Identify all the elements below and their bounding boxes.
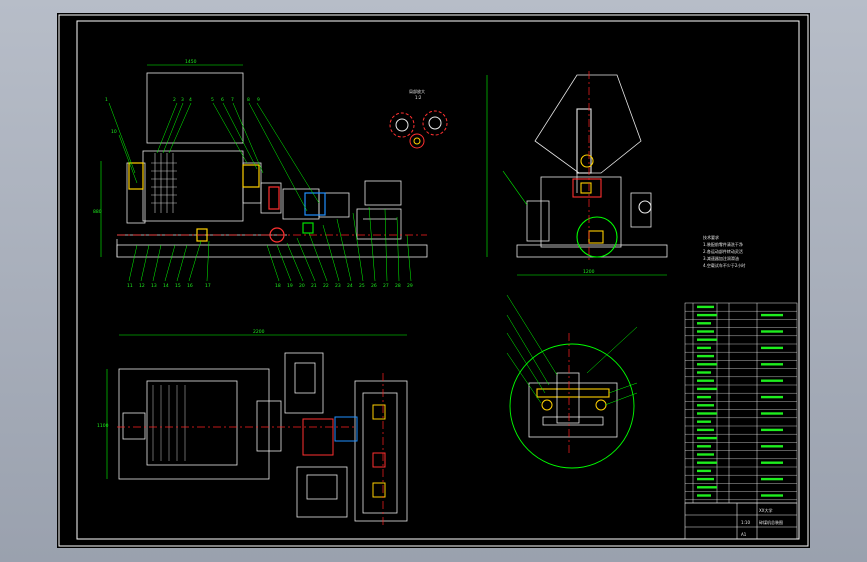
- roll-detail: [389, 110, 448, 149]
- parts-list: [684, 302, 798, 504]
- part-no-11: 11: [127, 283, 133, 289]
- parts-row-material: [761, 313, 783, 317]
- part-no-9: 9: [257, 97, 260, 103]
- front-leaders-bottom: [128, 206, 412, 282]
- parts-row-material: [761, 412, 783, 415]
- dim-front-height: 880: [93, 209, 102, 215]
- parts-row-entry: [697, 395, 711, 399]
- part-no-20: 20: [299, 283, 305, 289]
- dim-plan-width: 2200: [253, 329, 265, 335]
- part-no-26: 26: [371, 283, 377, 289]
- part-no-28: 28: [395, 283, 401, 289]
- parts-row-material: [761, 363, 783, 366]
- dim-front-width: 1450: [185, 59, 197, 65]
- parts-row-entry: [697, 322, 711, 325]
- parts-row-entry: [697, 486, 717, 489]
- section-detail: [509, 343, 635, 469]
- parts-row-entry: [697, 371, 711, 374]
- parts-row-material: [761, 346, 783, 350]
- detail-title: 局部放大: [409, 88, 425, 94]
- technical-notes: 技术要求 1.装配前零件清洗干净 2.各运动部件转动灵活 3.减速器加注润滑油 …: [703, 234, 745, 268]
- front-leaders-top: [108, 102, 320, 212]
- part-no-25: 25: [359, 283, 365, 289]
- part-no-29: 29: [407, 283, 413, 289]
- part-no-15: 15: [175, 283, 181, 289]
- detail-scale: 1:2: [415, 95, 422, 100]
- part-no-24: 24: [347, 283, 353, 289]
- part-no-18: 18: [275, 283, 281, 289]
- parts-row-material: [761, 494, 783, 497]
- side-view-parts: [572, 108, 652, 258]
- parts-row-entry: [697, 354, 714, 358]
- parts-row-entry: [697, 363, 717, 366]
- parts-row-material: [761, 477, 783, 481]
- plan-view: [118, 352, 408, 522]
- part-no-10: 10: [111, 129, 117, 135]
- parts-row-entry: [697, 420, 711, 423]
- part-no-27: 27: [383, 283, 389, 289]
- assembly-drawing: 1450 880 1 2 3 4 5 6 7 8 9 10 11 12 13 1…: [58, 14, 809, 547]
- part-no-5: 5: [211, 97, 214, 103]
- part-no-23: 23: [335, 283, 341, 289]
- part-no-7: 7: [231, 97, 234, 103]
- notes-title: 技术要求: [703, 234, 719, 240]
- part-no-21: 21: [311, 283, 317, 289]
- drawing-sheet: 1450 880 1 2 3 4 5 6 7 8 9 10 11 12 13 1…: [57, 13, 810, 548]
- side-view: [516, 74, 668, 258]
- parts-row-entry: [697, 461, 717, 464]
- note-3: 3.减速器加注润滑油: [703, 255, 739, 261]
- front-part-numbers-bottom: 11 12 13 14 15 16 17 18 19 20 21 22 23 2…: [127, 283, 413, 289]
- parts-row-entry: [697, 313, 717, 317]
- part-no-2: 2: [173, 97, 176, 103]
- part-no-8: 8: [247, 97, 250, 103]
- parts-row-material: [761, 428, 783, 432]
- parts-row-material: [761, 445, 783, 448]
- note-2: 2.各运动部件转动灵活: [703, 248, 743, 254]
- inner-border: [76, 20, 800, 540]
- parts-row-entry: [697, 436, 717, 440]
- parts-row-entry: [697, 404, 714, 407]
- parts-row-material: [761, 395, 783, 399]
- parts-row-entry: [697, 477, 714, 481]
- parts-row-entry: [697, 453, 714, 456]
- parts-row-entry: [697, 330, 714, 333]
- part-no-14: 14: [163, 283, 169, 289]
- part-no-4: 4: [189, 97, 192, 103]
- part-no-13: 13: [151, 283, 157, 289]
- parts-row-entry: [697, 346, 711, 350]
- title-drawing-name: 碎煤机总装图: [759, 519, 783, 525]
- parts-row-entry: [697, 379, 714, 382]
- part-no-19: 19: [287, 283, 293, 289]
- note-4: 4.空载试车不少于2小时: [703, 262, 745, 268]
- parts-row-entry: [697, 387, 717, 391]
- part-no-22: 22: [323, 283, 329, 289]
- part-no-16: 16: [187, 283, 193, 289]
- parts-row-material: [761, 379, 783, 382]
- title-sheet: A1: [741, 532, 747, 537]
- parts-row-entry: [697, 494, 711, 497]
- parts-row-material: [761, 461, 783, 464]
- parts-row-entry: [697, 469, 711, 473]
- dim-plan-height: 1100: [97, 423, 109, 429]
- part-no-17: 17: [205, 283, 211, 289]
- title-school: XX大学: [759, 507, 772, 513]
- parts-row-material: [761, 330, 783, 333]
- front-dimensions: [100, 64, 243, 257]
- parts-row-entry: [697, 412, 717, 415]
- dim-side-width: 1200: [583, 269, 595, 275]
- front-view-parts: [128, 162, 326, 243]
- part-no-6: 6: [221, 97, 224, 103]
- parts-row-entry: [697, 338, 717, 341]
- part-no-3: 3: [181, 97, 184, 103]
- part-no-12: 12: [139, 283, 145, 289]
- part-no-1: 1: [105, 97, 108, 103]
- title-scale: 1:10: [741, 520, 750, 525]
- parts-row-entry: [697, 445, 711, 448]
- cad-viewport: 1450 880 1 2 3 4 5 6 7 8 9 10 11 12 13 1…: [0, 0, 867, 562]
- parts-row-entry: [697, 428, 714, 432]
- note-1: 1.装配前零件清洗干净: [703, 241, 743, 247]
- outer-border: [58, 14, 809, 547]
- parts-row-entry: [697, 305, 714, 309]
